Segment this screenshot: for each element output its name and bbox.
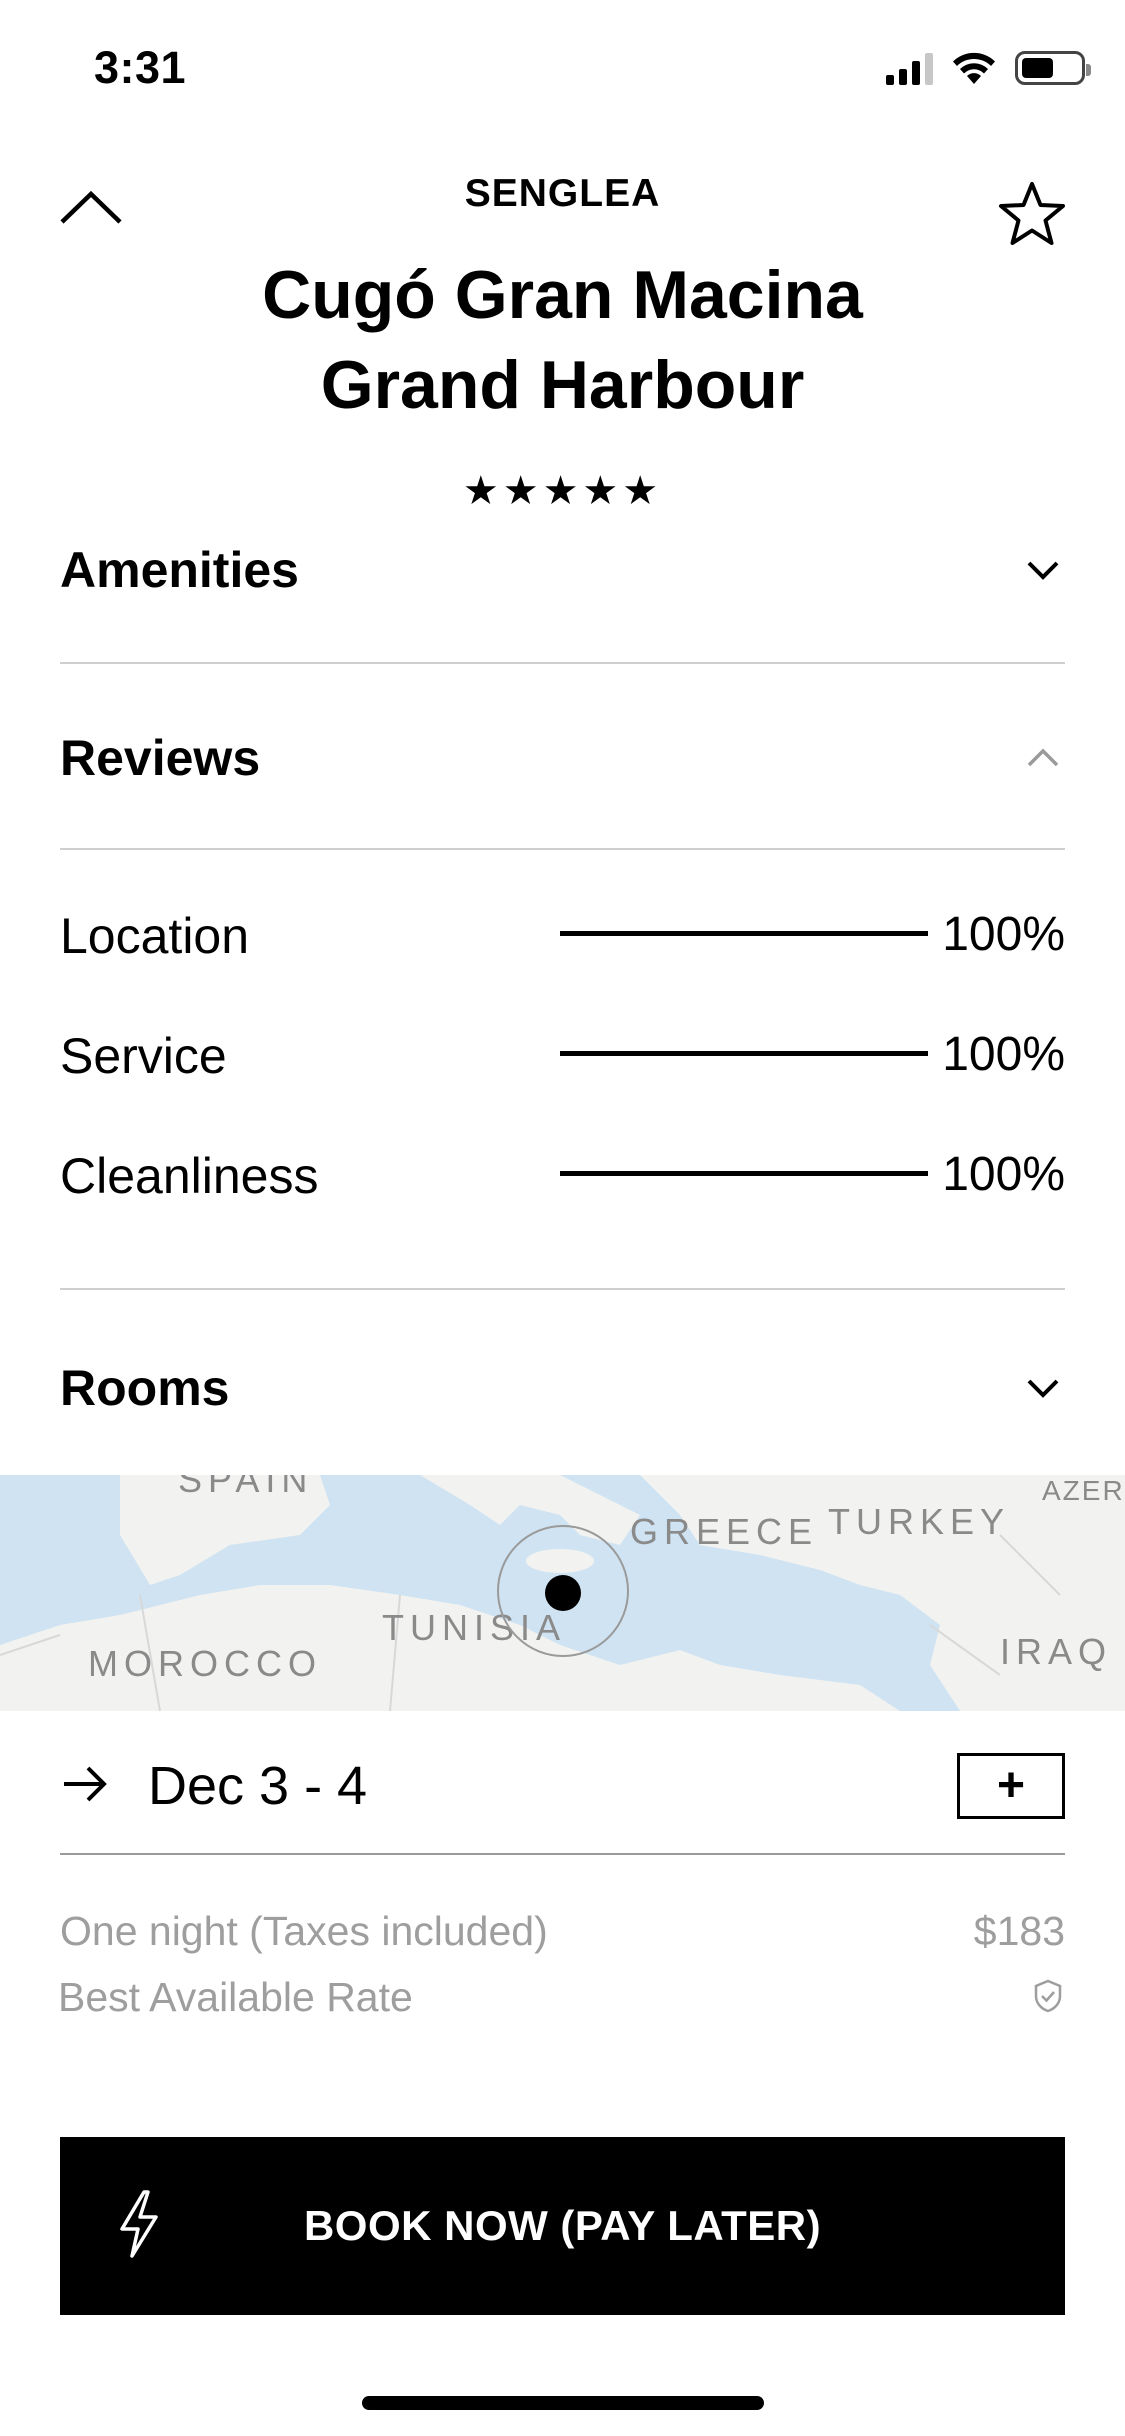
section-reviews[interactable]: Reviews [60,728,1065,788]
map-pin-icon[interactable] [545,1575,581,1611]
stay-dates: Dec 3 - 4 [148,1756,368,1816]
divider [60,1288,1065,1290]
dates-row[interactable]: Dec 3 - 4 + [60,1745,1065,1825]
home-indicator[interactable] [362,2396,764,2410]
map-label: TURKEY [828,1501,1011,1542]
review-row-service: Service 100% [60,1017,1065,1087]
battery-icon [1015,51,1091,85]
chevron-down-icon [1021,1366,1065,1410]
arrow-right-icon [64,1766,107,1802]
price-label: One night (Taxes included) [60,1908,548,1954]
divider [60,662,1065,664]
price-value: $183 [973,1908,1065,1954]
review-label: Cleanliness [60,1148,319,1204]
hotel-name-line2: Grand Harbour [320,347,805,423]
star-rating: ★★★★★ [462,469,663,513]
review-row-cleanliness: Cleanliness 100% [60,1137,1065,1207]
section-rooms-title: Rooms [60,1360,230,1416]
review-fill [560,931,928,936]
section-amenities-title: Amenities [60,542,299,598]
map-label: GREECE [630,1511,819,1552]
map-label: AZERB [1042,1475,1125,1506]
battery-level [1022,58,1053,78]
review-label: Service [60,1028,227,1084]
rate-line: Best Available Rate [58,1974,1063,2021]
rate-label: Best Available Rate [58,1974,413,2020]
review-bar [560,1171,928,1176]
status-icons [886,50,1091,86]
status-time: 3:31 [94,42,187,93]
section-rooms[interactable]: Rooms [60,1358,1065,1418]
divider [60,1853,1065,1855]
review-percent: 100% [942,1028,1065,1081]
chevron-down-icon [1021,548,1065,592]
cellular-signal-icon [886,51,933,85]
price-line: One night (Taxes included) $183 [60,1908,1065,1955]
book-now-button[interactable]: BOOK NOW (PAY LATER) [60,2137,1065,2315]
chevron-up-icon [1021,736,1065,780]
review-fill [560,1171,928,1176]
star-outline-icon[interactable] [996,178,1068,250]
plus-icon: + [996,1759,1026,1812]
review-percent: 100% [942,908,1065,961]
map-label: IRAQ [1000,1631,1113,1672]
hotel-name-line1: Cugó Gran Macina [262,257,863,333]
hotel-location: SENGLEA [464,172,661,215]
map-label: MOROCCO [88,1643,322,1684]
divider [60,848,1065,850]
map-label: SPAIN [178,1475,314,1500]
review-bar [560,931,928,936]
review-fill [560,1051,928,1056]
review-label: Location [60,908,250,964]
section-amenities[interactable]: Amenities [60,540,1065,600]
wifi-icon [953,52,995,84]
status-bar: 3:31 [0,0,1125,132]
section-reviews-title: Reviews [60,730,261,786]
hotel-name: Cugó Gran Macina Grand Harbour [140,250,985,430]
shield-check-icon [1034,1979,1062,2013]
add-button[interactable]: + [957,1753,1065,1819]
review-row-location: Location 100% [60,897,1065,967]
review-bar [560,1051,928,1056]
book-now-label: BOOK NOW (PAY LATER) [303,2202,822,2249]
review-percent: 100% [942,1148,1065,1201]
